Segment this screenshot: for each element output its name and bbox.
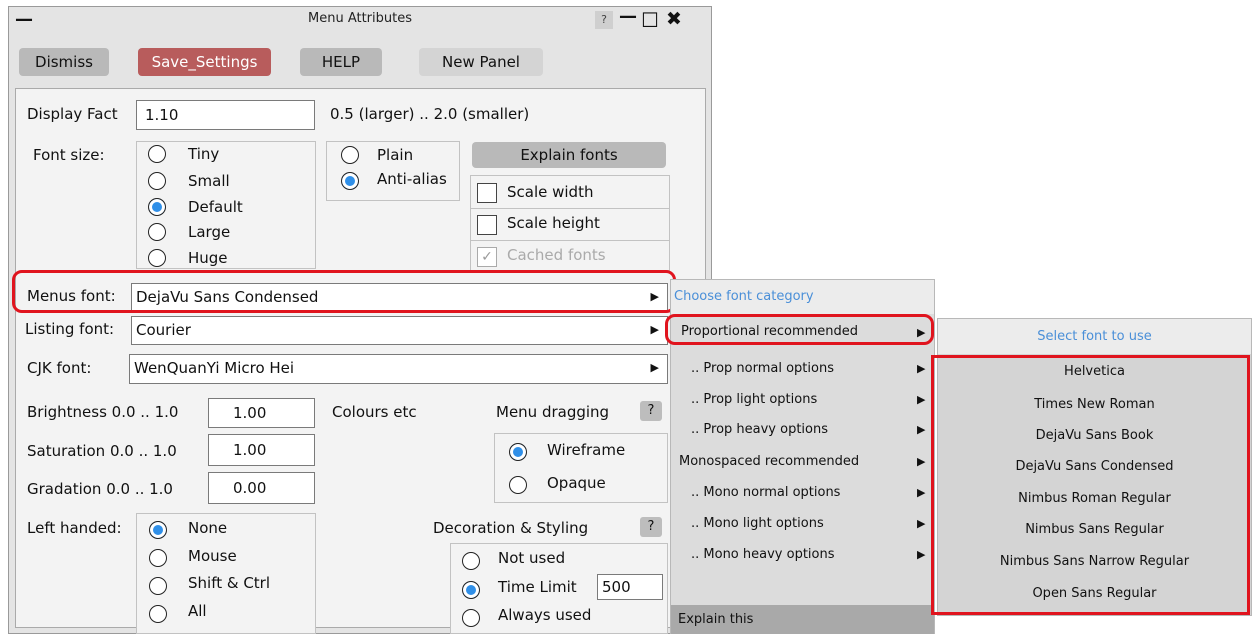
- title-bar: — Menu Attributes ? — ☐ ✖: [9, 6, 711, 33]
- cjk-font-value: WenQuanYi Micro Hei: [134, 359, 295, 377]
- category-monospaced-recommended[interactable]: Monospaced recommended: [679, 454, 859, 469]
- submenu-arrow-icon: ▶: [917, 362, 926, 375]
- font-size-small-radio[interactable]: [148, 172, 166, 190]
- not-used-label: Not used: [498, 549, 566, 567]
- scale-height-label: Scale height: [507, 214, 600, 232]
- submenu-arrow-icon: ▶: [917, 455, 926, 468]
- scale-height-checkbox[interactable]: [477, 215, 497, 235]
- scale-width-label: Scale width: [507, 183, 594, 201]
- font-size-label: Font size:: [33, 146, 105, 164]
- font-size-tiny-radio[interactable]: [148, 145, 166, 163]
- dropdown-arrow-icon: ▶: [650, 361, 659, 374]
- always-used-label: Always used: [498, 606, 592, 624]
- font-size-small-label: Small: [188, 172, 230, 190]
- category-mono-heavy[interactable]: .. Mono heavy options: [691, 547, 835, 562]
- decoration-label: Decoration & Styling: [433, 519, 589, 537]
- category-mono-normal[interactable]: .. Mono normal options: [691, 485, 840, 500]
- opaque-radio[interactable]: [509, 476, 527, 494]
- colours-etc-label: Colours etc: [332, 403, 417, 421]
- new-panel-button[interactable]: New Panel: [419, 48, 543, 76]
- left-handed-none-label: None: [188, 519, 228, 537]
- plain-radio[interactable]: [341, 146, 359, 164]
- save-settings-button[interactable]: Save_Settings: [138, 48, 271, 76]
- submenu-arrow-icon: ▶: [917, 517, 926, 530]
- dropdown-arrow-icon: ▶: [650, 323, 659, 336]
- explain-this-item[interactable]: Explain this: [678, 612, 753, 627]
- listing-font-label: Listing font:: [25, 320, 115, 338]
- brightness-input[interactable]: 1.00: [208, 398, 315, 428]
- anti-alias-radio[interactable]: [341, 172, 359, 190]
- time-limit-radio[interactable]: [462, 581, 480, 599]
- scale-divider: [471, 208, 669, 209]
- saturation-input[interactable]: 1.00: [208, 434, 315, 466]
- wireframe-radio[interactable]: [509, 443, 527, 461]
- font-size-tiny-label: Tiny: [188, 145, 220, 163]
- proportional-highlight: [665, 314, 934, 345]
- listing-font-value: Courier: [136, 321, 191, 339]
- listing-font-dropdown[interactable]: Courier ▶: [131, 316, 668, 345]
- left-handed-all-label: All: [188, 602, 207, 620]
- font-select-header: Select font to use: [1037, 329, 1152, 344]
- maximize-icon[interactable]: ☐: [641, 8, 659, 32]
- category-mono-light[interactable]: .. Mono light options: [691, 516, 824, 531]
- brightness-label: Brightness 0.0 .. 1.0: [27, 403, 179, 421]
- not-used-radio[interactable]: [462, 552, 480, 570]
- gradation-input[interactable]: 0.00: [208, 472, 315, 504]
- category-prop-light[interactable]: .. Prop light options: [691, 392, 817, 407]
- wireframe-label: Wireframe: [547, 441, 626, 459]
- display-factor-input[interactable]: 1.10: [136, 100, 315, 130]
- dismiss-button[interactable]: Dismiss: [19, 48, 109, 76]
- font-size-huge-radio[interactable]: [148, 249, 166, 267]
- help-icon[interactable]: ?: [595, 11, 613, 29]
- menu-dragging-label: Menu dragging: [496, 403, 610, 421]
- anti-alias-label: Anti-alias: [377, 170, 447, 188]
- menus-font-highlight: [12, 270, 676, 313]
- left-handed-shift-ctrl-label: Shift & Ctrl: [188, 574, 271, 592]
- close-icon[interactable]: ✖: [666, 8, 682, 30]
- scale-divider-2: [471, 240, 669, 241]
- left-handed-shift-ctrl-radio[interactable]: [149, 577, 167, 595]
- decoration-help-button[interactable]: ?: [640, 517, 662, 537]
- explain-fonts-button[interactable]: Explain fonts: [472, 142, 666, 168]
- submenu-arrow-icon: ▶: [917, 393, 926, 406]
- left-handed-all-radio[interactable]: [149, 605, 167, 623]
- font-size-default-radio[interactable]: [148, 198, 166, 216]
- display-factor-label: Display Fact: [27, 105, 118, 123]
- cjk-font-dropdown[interactable]: WenQuanYi Micro Hei ▶: [129, 354, 668, 384]
- plain-label: Plain: [377, 146, 414, 164]
- submenu-arrow-icon: ▶: [917, 423, 926, 436]
- minimize-icon[interactable]: —: [619, 6, 637, 27]
- always-used-radio[interactable]: [462, 609, 480, 627]
- submenu-arrow-icon: ▶: [917, 548, 926, 561]
- font-category-header: Choose font category: [674, 289, 814, 304]
- help-button[interactable]: HELP: [300, 48, 382, 76]
- cached-fonts-label: Cached fonts: [507, 246, 606, 264]
- left-handed-mouse-label: Mouse: [188, 547, 237, 565]
- category-prop-normal[interactable]: .. Prop normal options: [691, 361, 834, 376]
- time-limit-label: Time Limit: [498, 578, 577, 596]
- gradation-label: Gradation 0.0 .. 1.0: [27, 480, 173, 498]
- left-handed-mouse-radio[interactable]: [149, 549, 167, 567]
- cjk-font-label: CJK font:: [27, 359, 92, 377]
- submenu-arrow-icon: ▶: [917, 486, 926, 499]
- font-size-large-radio[interactable]: [148, 223, 166, 241]
- left-handed-label: Left handed:: [27, 519, 122, 537]
- font-list-highlight: [931, 355, 1250, 615]
- time-limit-input[interactable]: 500: [597, 574, 663, 600]
- scale-width-checkbox[interactable]: [477, 183, 497, 203]
- font-size-huge-label: Huge: [188, 249, 228, 267]
- display-factor-hint: 0.5 (larger) .. 2.0 (smaller): [330, 105, 530, 123]
- left-handed-none-radio[interactable]: [149, 521, 167, 539]
- opaque-label: Opaque: [547, 474, 606, 492]
- font-size-large-label: Large: [188, 223, 231, 241]
- saturation-label: Saturation 0.0 .. 1.0: [27, 442, 177, 460]
- category-prop-heavy[interactable]: .. Prop heavy options: [691, 422, 828, 437]
- cached-fonts-checkbox[interactable]: ✓: [477, 247, 497, 267]
- font-size-default-label: Default: [188, 198, 243, 216]
- menu-dragging-help-button[interactable]: ?: [640, 401, 662, 421]
